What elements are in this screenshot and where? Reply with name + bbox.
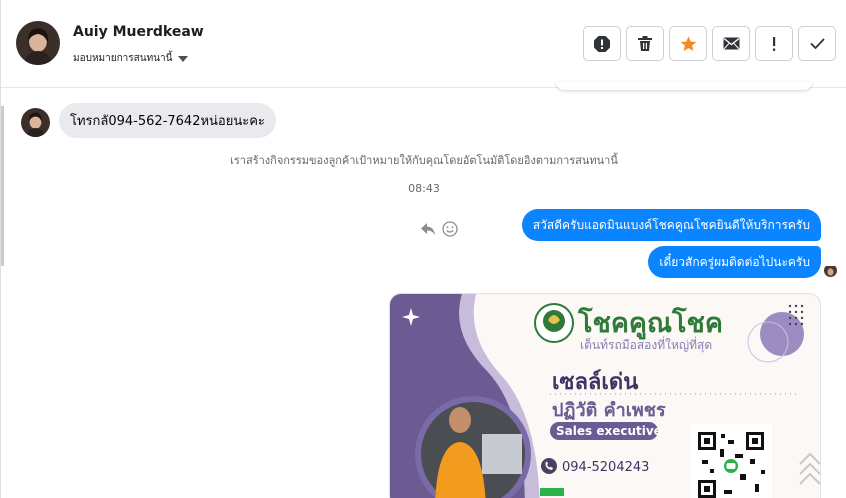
brand-title: โชคคูณโชค (577, 306, 723, 340)
follow-up-button[interactable] (755, 26, 793, 61)
contact-name: Auiy Muerdkeaw (73, 24, 204, 40)
important-icon (773, 36, 776, 51)
outgoing-message-bubble[interactable]: เดี๋ยวสักครู่ผมติดต่อไปนะครับ (648, 246, 821, 278)
business-card-image[interactable]: โชคคูณโชค เต็นท์รถมือสองที่ใหญ่ที่สุด เซ… (389, 293, 821, 498)
spam-icon (594, 35, 610, 52)
outgoing-message-bubble[interactable]: สวัสดีครับแอดมินแบงค์โชคคูณโชคยินดีให้บร… (521, 209, 821, 241)
mail-icon (723, 37, 739, 50)
emoji-reaction-icon[interactable] (442, 221, 458, 237)
person-first: เซลล์เด่น (552, 369, 638, 395)
seen-avatar (824, 264, 837, 277)
previous-message-edge (556, 82, 812, 90)
mark-done-button[interactable] (798, 26, 836, 61)
person-name: ปฏิวัติ คำเพชร (552, 400, 666, 421)
assign-label: มอบหมายการสนทนานี้ (73, 53, 173, 64)
conversation-toolbar (583, 26, 836, 61)
person-role: Sales executive (556, 424, 662, 438)
inbox-conversation-window: Auiy Muerdkeaw มอบหมายการสนทนานี้ โทรกลั… (0, 0, 846, 498)
message-actions (420, 221, 458, 237)
check-icon (809, 38, 825, 49)
card-phone: 094-5204243 (562, 460, 649, 475)
contact-avatar[interactable] (16, 21, 60, 65)
reply-icon[interactable] (420, 222, 436, 236)
incoming-message-bubble[interactable]: โทรกลั094-562-7642หน่อยนะคะ (59, 103, 276, 138)
delete-button[interactable] (626, 26, 664, 61)
mark-spam-button[interactable] (583, 26, 621, 61)
message-timestamp: 08:43 (408, 182, 440, 195)
brand-slogan: เต็นท์รถมือสองที่ใหญ่ที่สุด (580, 336, 712, 353)
conversation-header: Auiy Muerdkeaw มอบหมายการสนทนานี้ (1, 0, 846, 88)
message-thread[interactable]: โทรกลั094-562-7642หน่อยนะคะ เราสร้างกิจก… (1, 82, 846, 498)
assign-conversation-dropdown[interactable]: มอบหมายการสนทนานี้ (73, 51, 189, 66)
trash-icon (638, 36, 652, 51)
mark-unread-button[interactable] (712, 26, 750, 61)
star-button[interactable] (669, 26, 707, 61)
caret-down-icon (178, 55, 189, 62)
phone-icon (541, 458, 557, 474)
star-icon (680, 36, 696, 51)
sender-avatar (21, 108, 50, 137)
system-notice: เราสร้างกิจกรรมของลูกค้าเป้าหมายให้กับคุ… (230, 154, 618, 167)
